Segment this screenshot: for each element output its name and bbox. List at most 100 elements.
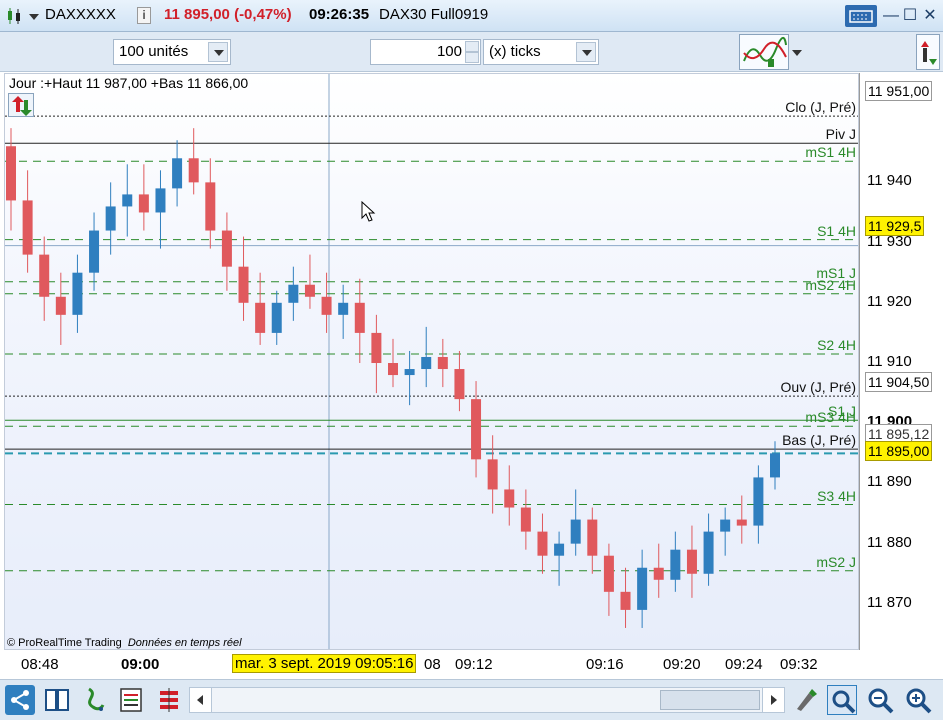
keyboard-icon[interactable] — [845, 5, 877, 27]
zoom-out-icon[interactable] — [865, 685, 895, 715]
indicator-icon[interactable] — [81, 685, 111, 715]
level-label: mS1 4H — [805, 144, 856, 161]
candle-body — [487, 459, 498, 490]
positions-icon[interactable] — [154, 685, 184, 715]
last-price-box: 11 895,00 — [865, 441, 933, 461]
horizontal-scrollbar[interactable] — [189, 687, 785, 713]
copyright-text: © ProRealTime Trading — [7, 637, 122, 649]
chevron-down-icon[interactable] — [576, 42, 596, 62]
stepper-up-icon[interactable] — [465, 41, 479, 52]
candle-body — [703, 531, 714, 574]
share-icon[interactable] — [5, 685, 35, 715]
order-arrows-button[interactable] — [8, 93, 34, 117]
symbol-name[interactable]: DAXXXXX — [45, 6, 116, 23]
time-tick: 09:24 — [725, 656, 763, 673]
level-label: Piv J — [825, 126, 856, 143]
level-label: mS3 4H — [805, 409, 856, 426]
close-price-box: 11 951,00 — [865, 81, 933, 101]
candle-body — [404, 369, 415, 376]
candle-body — [454, 369, 465, 400]
units-select[interactable]: 100 unités — [113, 39, 231, 65]
candle-body — [587, 519, 598, 556]
copyright-note: © ProRealTime Trading Données en temps r… — [7, 637, 242, 649]
candle-body — [255, 302, 266, 333]
candle-body — [122, 194, 133, 207]
zoom-in-icon[interactable] — [903, 685, 933, 715]
candle-body — [520, 507, 531, 532]
candle-body — [138, 194, 149, 213]
candle-body — [670, 549, 681, 580]
ticks-stepper[interactable]: 100 — [370, 39, 481, 65]
time-tick: 09:20 — [663, 656, 701, 673]
maximize-icon[interactable]: ☐ — [900, 6, 920, 26]
candle-body — [371, 332, 382, 364]
candle-body — [770, 453, 780, 478]
candle-body — [105, 206, 116, 231]
drawing-tools-icon[interactable] — [791, 685, 821, 715]
candle-body — [321, 296, 332, 315]
scroll-right-arrow-icon[interactable] — [762, 688, 784, 712]
symbol-dropdown-icon[interactable] — [29, 14, 39, 20]
candle-body — [388, 363, 398, 376]
price-tick: 11 920 — [867, 292, 912, 310]
candle-body — [304, 284, 315, 297]
candle-body — [637, 567, 648, 610]
ticks-unit-value: (x) ticks — [489, 43, 541, 60]
ticks-stepper-value[interactable]: 100 — [437, 43, 462, 60]
level-label: Clo (J, Pré) — [785, 99, 856, 116]
order-list-icon[interactable] — [116, 685, 146, 715]
stepper-down-icon[interactable] — [465, 52, 479, 63]
clock-time: 09:26:35 — [309, 6, 370, 23]
candle-body — [471, 399, 482, 460]
candle-body — [338, 302, 349, 315]
level-label: mS2 4H — [805, 276, 856, 293]
ticks-unit-select[interactable]: (x) ticks — [483, 39, 599, 65]
price-tick: 11 910 — [867, 353, 912, 370]
candle-body — [354, 302, 365, 333]
cursor-date-label: mar. 3 sept. 2019 09:05:16 — [232, 654, 417, 673]
candle-body — [22, 200, 33, 255]
time-tick: 09:16 — [586, 656, 624, 673]
candle-body — [753, 477, 764, 526]
price-axis[interactable]: 11 940 11 930 11 920 11 910 11 900 11 890 11 8… — [859, 73, 943, 650]
candle-body — [288, 284, 299, 303]
price-tick: 11 940 — [867, 172, 912, 190]
close-icon[interactable]: ✕ — [920, 6, 940, 26]
side-panel-toggle-icon[interactable] — [916, 34, 940, 70]
candle-body — [554, 543, 565, 556]
zoom-select-icon[interactable] — [827, 685, 857, 715]
minimize-icon[interactable]: — — [881, 6, 901, 26]
candle-body — [720, 519, 731, 532]
info-icon[interactable]: i — [137, 7, 151, 24]
chart-canvas[interactable] — [5, 74, 859, 650]
candle-body — [39, 254, 50, 297]
candle-body — [89, 230, 100, 273]
candle-body — [736, 519, 747, 526]
candle-body — [155, 188, 166, 213]
strategy-dropdown-icon[interactable] — [792, 50, 802, 56]
candle-body — [271, 302, 282, 333]
time-axis[interactable]: 08:48 09:00 08 09:12 09:16 09:20 09:24 0… — [4, 652, 859, 677]
strategy-indicator-button[interactable] — [739, 34, 789, 70]
price-chart[interactable]: Jour :+Haut 11 987,00 +Bas 11 866,00 Clo… — [4, 73, 859, 650]
time-tick: 08:48 — [21, 656, 59, 673]
layout-icon[interactable] — [42, 685, 72, 715]
order-toolbar: 100 unités 100 (x) ticks — [0, 32, 943, 72]
price-tick: 11 880 — [867, 533, 912, 551]
candle-body — [504, 489, 515, 508]
title-bar: DAXXXXX i 11 895,00 (-0,47%) 09:26:35 DA… — [0, 0, 943, 32]
scroll-left-arrow-icon[interactable] — [190, 688, 212, 712]
candle-body — [172, 158, 183, 189]
time-tick: 09:12 — [455, 656, 493, 673]
candle-body — [55, 296, 66, 315]
realtime-note: Données en temps réel — [127, 637, 242, 649]
candle-body — [653, 567, 664, 580]
candle-body — [421, 356, 432, 370]
price-tick: 11 870 — [867, 593, 912, 611]
price-change: 11 895,00 (-0,47%) — [164, 6, 292, 23]
candle-body — [6, 146, 16, 201]
chevron-down-icon[interactable] — [208, 42, 228, 62]
scroll-thumb[interactable] — [660, 690, 760, 710]
level-label: S2 4H — [817, 336, 856, 353]
candle-body — [537, 531, 548, 556]
